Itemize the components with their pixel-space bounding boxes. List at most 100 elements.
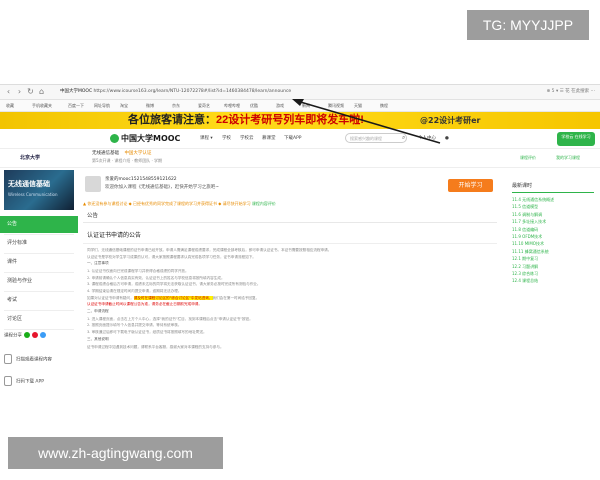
app-row-label: 扫码下载 APP: [16, 379, 44, 385]
search-input[interactable]: 搜索感兴趣的课程: [345, 133, 407, 143]
welcome-message: 欢迎你加入课程《无线通信基础》，赶快开始学习之旅吧~: [105, 185, 220, 190]
mooc-header: 中国大学MOOC 课程 ▾ 学校 学校云 慕课堂 下载APP 搜索感兴趣的课程 …: [0, 130, 600, 149]
wechat-icon[interactable]: [24, 332, 30, 338]
home-icon[interactable]: ⌂: [37, 87, 46, 96]
thumbnail-title: 无线通信基础: [8, 180, 50, 188]
nav-mooc-class[interactable]: 慕课堂: [262, 134, 276, 144]
tips-text: ▲ 你还没有参与课程讨论 ◆ 已经有优秀的同学完成了课程的学习并获得证书 ◆ 请…: [83, 201, 252, 206]
app-qrcode-row[interactable]: 扫码下载 APP: [4, 376, 44, 388]
bookmark-item[interactable]: 收藏: [6, 102, 14, 109]
section-label: 公告: [87, 213, 99, 219]
announcement-paragraph: 1. 认证证书仅面向已完成课程学习并获得合格成绩的同学开放。: [87, 269, 491, 275]
sidebar-item[interactable]: 考试: [0, 292, 78, 309]
course-title: 无线通信基础: [92, 151, 119, 156]
course-review-link[interactable]: 课程评价: [520, 154, 536, 161]
bookmark-item[interactable]: 携程: [380, 102, 388, 109]
bookmark-item[interactable]: 微博: [146, 102, 154, 109]
bookmark-item[interactable]: 淘宝: [120, 102, 128, 109]
nav-courses[interactable]: 课程 ▾: [200, 134, 213, 144]
user-avatar[interactable]: ●: [445, 134, 449, 144]
address-bar[interactable]: 中国大学MOOC https://www.icourse163.org/lear…: [60, 87, 390, 96]
announcement-paragraph: 三、其他说明: [87, 337, 491, 343]
bookmark-item[interactable]: 京东: [172, 102, 180, 109]
announcement-title[interactable]: 认证证书申请的公告: [87, 231, 141, 240]
bookmark-item[interactable]: 新闻: [302, 102, 310, 109]
qq-icon[interactable]: [40, 332, 46, 338]
tips-link[interactable]: 课程内容评价: [252, 201, 276, 206]
latest-lesson-link[interactable]: 11.6 调制与解调: [512, 211, 594, 218]
nav-school[interactable]: 学校: [222, 134, 231, 144]
forward-icon[interactable]: ›: [15, 87, 24, 96]
latest-lesson-link[interactable]: 11.8 信道编码: [512, 226, 594, 233]
announcement-paragraph: 2. 申请前请确认个人信息真实有效，认证证书上的姓名与学校信息将按所填内容生成。: [87, 276, 491, 282]
bookmark-item[interactable]: 手机收藏夹: [32, 102, 52, 109]
bookmark-item[interactable]: 游戏: [276, 102, 284, 109]
sidebar-item[interactable]: 测验与作业: [0, 273, 78, 290]
mooc-logo-icon: [110, 134, 119, 143]
start-learning-button[interactable]: 开始学习: [448, 179, 493, 192]
latest-lesson-link[interactable]: 11.10 MIMO技术: [512, 240, 594, 247]
course-sidebar: 无线通信基础 Wireless Communication 公告 评分标准 课件 测验…: [0, 168, 78, 435]
paragraph-text: 同学们，无线通信基础课程的证书申请已经开放。申请人需满足课程成绩要求，完成课程全…: [87, 248, 282, 252]
weibo-icon[interactable]: [32, 332, 38, 338]
latest-lesson-link[interactable]: 12.3 综合练习: [512, 270, 594, 277]
search-icon[interactable]: ⌕: [402, 134, 410, 142]
banner-handle: @22设计考研er: [420, 116, 481, 125]
browser-toolbar: ‹ › ↻ ⌂ 中国大学MOOC https://www.icourse163.…: [0, 85, 600, 100]
mooc-logo[interactable]: 中国大学MOOC: [110, 133, 180, 145]
my-courses-link[interactable]: 我的学习课程: [556, 154, 580, 161]
paragraph-text: 认证证书是学校对学生学习成果的认可，请大家按照课程要求认真完成各项学习任务，证书…: [87, 254, 256, 259]
bookmark-item[interactable]: 网址导航: [94, 102, 110, 109]
app-qrcode-row[interactable]: 扫描观看课程内容: [4, 354, 52, 366]
back-icon[interactable]: ‹: [4, 87, 13, 96]
latest-lessons-title: 最新课时: [512, 183, 533, 189]
announcement-paragraph: 同学们，无线通信基础课程的证书申请已经开放。申请人需满足课程成绩要求，完成课程全…: [87, 248, 491, 254]
latest-lesson-link[interactable]: 11.9 OFDM技术: [512, 233, 594, 240]
course-thumbnail: [4, 170, 74, 210]
latest-lesson-link[interactable]: 11.7 多址接入技术: [512, 218, 594, 225]
announcement-paragraph: 2. 按照页面提示填写个人信息并提交申请，等待系统审核。: [87, 323, 491, 329]
nav-school-cloud[interactable]: 学校云: [240, 134, 254, 144]
latest-lesson-link[interactable]: 12.4 课程总结: [512, 277, 594, 284]
latest-lesson-link[interactable]: 12.2 习题讲解: [512, 263, 594, 270]
sidebar-item[interactable]: 课件: [0, 254, 78, 271]
paragraph-text: 二、申请流程: [87, 308, 109, 313]
browser-screenshot: ‹ › ↻ ⌂ 中国大学MOOC https://www.icourse163.…: [0, 84, 600, 435]
banner-highlight: 22设计考研号列车即将发车啦!: [216, 114, 364, 126]
browser-right-tools[interactable]: ⊕ 5 ▾ ☰ 花 在此搜索 ⋯: [450, 87, 595, 96]
latest-lesson-link[interactable]: 12.1 期中复习: [512, 255, 594, 262]
url-host: 中国大学MOOC: [60, 89, 93, 94]
phone-icon: [4, 376, 12, 386]
watermark-site-label: www.zh-agtingwang.com: [8, 437, 223, 469]
course-share: 课程分享: [4, 332, 46, 341]
phone-icon: [4, 354, 12, 364]
bookmark-item[interactable]: 腾讯视频: [328, 102, 344, 109]
school-cloud-button[interactable]: 学校云 在线学习: [557, 132, 595, 146]
paragraph-text: 三、其他说明: [87, 336, 109, 341]
course-subnav[interactable]: 第5次开课 · 课程介绍 · 教师团队 · 学期: [92, 158, 162, 164]
bookmark-item[interactable]: 哔哩哔哩: [224, 102, 240, 109]
bookmark-item[interactable]: 优酷: [250, 102, 258, 109]
latest-lesson-link[interactable]: 11.11 蜂窝通信系统: [512, 248, 594, 255]
bookmark-item[interactable]: 百度一下: [68, 102, 84, 109]
paragraph-text: 1. 认证证书仅面向已完成课程学习并获得合格成绩的同学开放。: [87, 269, 189, 274]
promo-banner[interactable]: 各位旅客请注意：22设计考研号列车即将发车啦! @22设计考研er: [0, 112, 600, 129]
bookmark-item[interactable]: 天猫: [354, 102, 362, 109]
paragraph-text: 1. 进入课程页面，点击右上方个人中心，选择"我的证书"栏目，找到本课程后点击"…: [87, 316, 253, 321]
reload-icon[interactable]: ↻: [26, 87, 35, 96]
bookmark-item[interactable]: 爱奇艺: [198, 102, 210, 109]
latest-lesson-link[interactable]: 11.5 信道模型: [512, 203, 594, 210]
announcement-paragraph: 证书申请过程中如遇到技术问题，请联系平台客服，感谢大家对本课程的支持与参与。: [87, 345, 491, 351]
url-text: https://www.icourse163.org/learn/NTU-120…: [93, 89, 292, 94]
banner-prefix: 各位旅客请注意：: [128, 114, 216, 126]
sidebar-item[interactable]: 公告: [0, 216, 78, 233]
personal-center-link[interactable]: 个人中心: [418, 134, 436, 144]
progress-tips: ▲ 你还没有参与课程讨论 ◆ 已经有优秀的同学完成了课程的学习并获得证书 ◆ 请…: [83, 200, 497, 208]
nav-download-app[interactable]: 下载APP: [284, 134, 302, 144]
main-content: 亲爱的mooc1521548559121622 欢迎你加入课程《无线通信基础》，…: [83, 168, 497, 435]
sidebar-item[interactable]: 讨论区: [0, 311, 78, 328]
school-logo[interactable]: 北京大学: [20, 153, 40, 163]
sidebar-item[interactable]: 评分标准: [0, 235, 78, 252]
latest-lesson-link[interactable]: 11.4 无线通信系统概述: [512, 196, 594, 203]
latest-lessons-panel: 最新课时 11.4 无线通信系统概述 11.5 信道模型 11.6 调制与解调 11.…: [502, 168, 600, 435]
